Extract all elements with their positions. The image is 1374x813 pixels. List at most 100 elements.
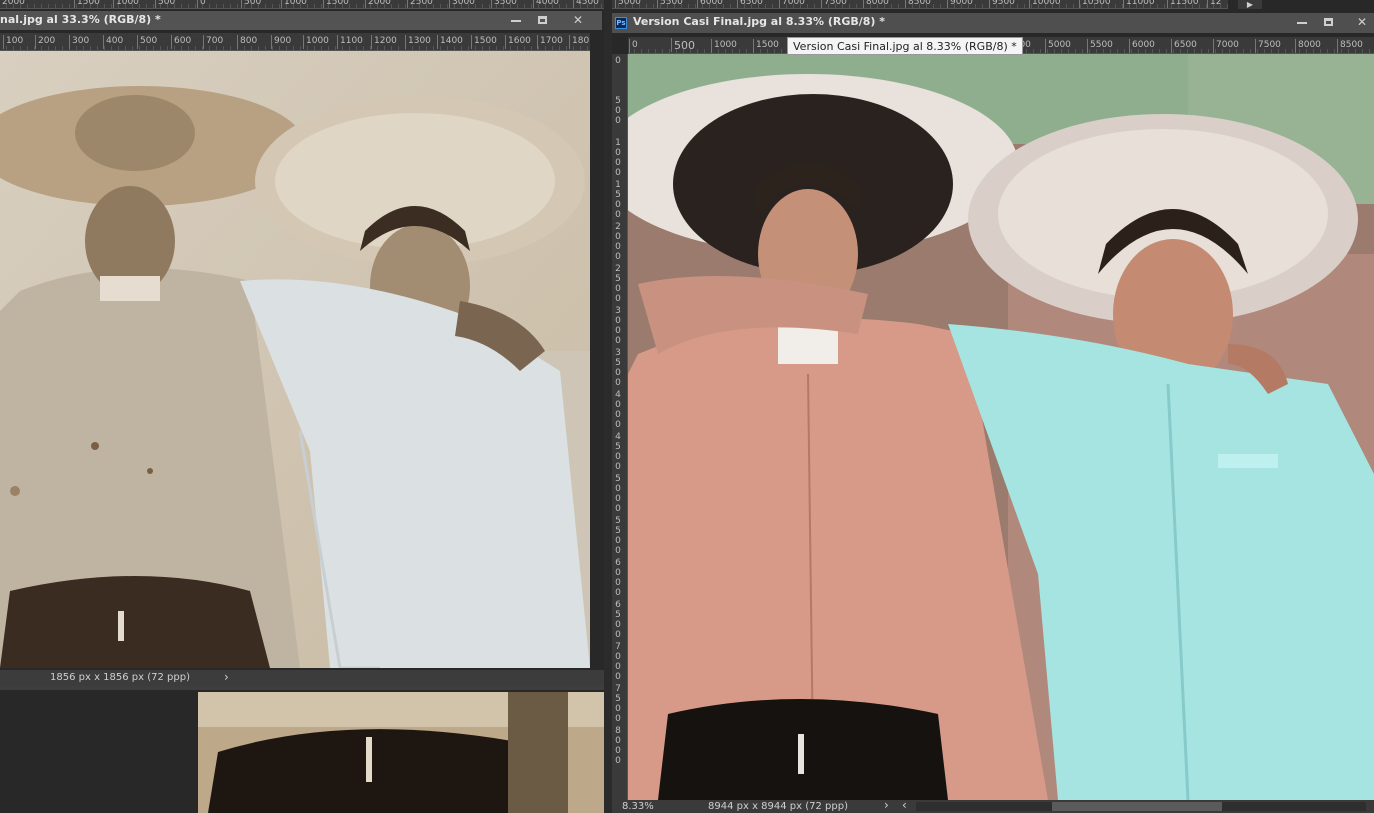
maximize-button[interactable] xyxy=(530,11,554,29)
ruler-tick: 1700 xyxy=(537,35,563,49)
ruler-tick: 500 xyxy=(154,0,175,8)
ruler-tick: 12 xyxy=(1206,0,1221,8)
ruler-tick: 7500 xyxy=(821,0,847,8)
ruler-tick: 1000 xyxy=(281,0,307,8)
right-document-tab[interactable]: Ps Version Casi Final.jpg al 8.33% (RGB/… xyxy=(612,13,1374,33)
ruler-tick: 1600 xyxy=(505,35,531,49)
ruler-tick: 6000 xyxy=(697,0,723,8)
ruler-tick: 1500 xyxy=(471,35,497,49)
ruler-tick: 2500 xyxy=(615,264,621,304)
zoom-level[interactable]: 8.33% xyxy=(622,801,654,812)
ruler-tick: 8000 xyxy=(1295,39,1321,53)
ruler-tick: 3500 xyxy=(491,0,517,8)
ruler-tick: 7000 xyxy=(615,642,621,682)
ruler-tick: 7000 xyxy=(1213,39,1239,53)
document-separator xyxy=(604,0,612,813)
ruler-tick: 1000 xyxy=(113,0,139,8)
minimize-icon xyxy=(1297,21,1307,24)
minimize-button[interactable] xyxy=(1290,13,1314,31)
ruler-tick: 3500 xyxy=(615,348,621,388)
status-menu-arrow-icon[interactable]: › xyxy=(884,798,889,812)
ruler-tick: 1500 xyxy=(323,0,349,8)
ruler-tick: 600 xyxy=(170,35,192,49)
ruler-tick: 11000 xyxy=(1123,0,1155,8)
ruler-tick: 4500 xyxy=(615,432,621,472)
left-document-title: nal.jpg al 33.3% (RGB/8) * xyxy=(0,13,161,26)
right-document-title: Version Casi Final.jpg al 8.33% (RGB/8) … xyxy=(633,15,886,28)
left-document-scrollbar[interactable] xyxy=(0,686,604,690)
ruler-tick: 180 xyxy=(568,35,590,49)
ruler-tick: 9500 xyxy=(989,0,1015,8)
minimize-button[interactable] xyxy=(504,11,528,29)
ruler-tick: 6500 xyxy=(615,600,621,640)
ruler-tick: 1000 xyxy=(615,138,621,178)
ruler-tick: 1300 xyxy=(405,35,431,49)
background-document-canvas xyxy=(198,692,608,813)
ruler-tick: 1000 xyxy=(303,35,329,49)
close-button[interactable]: ✕ xyxy=(566,11,590,29)
ruler-tick: 800 xyxy=(236,35,258,49)
ruler-tick: 8000 xyxy=(615,726,621,766)
horizontal-scrollbar[interactable] xyxy=(916,802,1366,811)
ruler-tick: 5000 xyxy=(615,474,621,514)
document-title-tooltip: Version Casi Final.jpg al 8.33% (RGB/8) … xyxy=(787,37,1023,55)
ruler-tick: 8500 xyxy=(905,0,931,8)
ruler-tick: 5500 xyxy=(1087,39,1113,53)
ruler-tick: 1500 xyxy=(615,180,621,220)
status-menu-arrow-icon[interactable]: › xyxy=(224,670,229,684)
close-icon: ✕ xyxy=(572,13,584,27)
close-icon: ✕ xyxy=(1356,15,1368,29)
ruler-tick: 300 xyxy=(68,35,90,49)
ruler-tick: 1500 xyxy=(74,0,100,8)
scroll-left-arrow-icon[interactable]: ‹ xyxy=(902,798,907,812)
ruler-tick: 1000 xyxy=(711,39,737,53)
ruler-tick: 0 xyxy=(629,39,638,53)
left-document-tab[interactable]: nal.jpg al 33.3% (RGB/8) * ✕ xyxy=(0,11,602,30)
ruler-tick: 700 xyxy=(202,35,224,49)
left-document-status-bar: 1856 px x 1856 px (72 ppp) › xyxy=(0,670,604,686)
ruler-tick: 200 xyxy=(34,35,56,49)
panel-expand-icon[interactable]: ▶ xyxy=(1238,0,1262,9)
ruler-tick: 100 xyxy=(2,35,24,49)
top-ruler-right: 5000 5500 6000 6500 7000 7500 8000 8500 … xyxy=(612,0,1228,9)
document-dimensions: 8944 px x 8944 px (72 ppp) xyxy=(708,801,848,812)
left-document-ruler: 100 200 300 400 500 600 700 800 900 1000… xyxy=(0,33,590,51)
document-dimensions: 1856 px x 1856 px (72 ppp) xyxy=(50,672,190,683)
ruler-tick: 500 xyxy=(615,96,621,126)
ruler-tick: 2000 xyxy=(615,222,621,262)
background-document-photo xyxy=(198,692,608,813)
right-document-canvas[interactable] xyxy=(628,54,1374,800)
maximize-icon xyxy=(537,16,547,24)
ruler-tick: 3000 xyxy=(615,306,621,346)
minimize-icon xyxy=(511,19,521,22)
right-document-status-bar: 8.33% 8944 px x 8944 px (72 ppp) › ‹ xyxy=(612,798,1374,813)
ruler-tick: 6000 xyxy=(615,558,621,598)
ruler-tick: 8000 xyxy=(863,0,889,8)
ruler-tick: 7500 xyxy=(1255,39,1281,53)
close-button[interactable]: ✕ xyxy=(1350,13,1374,31)
ruler-tick: 1500 xyxy=(753,39,779,53)
colorized-photo xyxy=(628,54,1374,800)
ruler-tick: 1100 xyxy=(337,35,363,49)
ruler-tick: 9000 xyxy=(947,0,973,8)
ruler-tick: 7500 xyxy=(615,684,621,724)
ruler-tick: 6000 xyxy=(1129,39,1155,53)
left-document-canvas[interactable] xyxy=(0,51,590,668)
maximize-icon xyxy=(1323,18,1333,26)
ruler-tick: 0 xyxy=(615,56,621,66)
ruler-tick: 10500 xyxy=(1079,0,1111,8)
maximize-button[interactable] xyxy=(1316,13,1340,31)
ruler-tick: 4000 xyxy=(615,390,621,430)
ruler-tick: 5000 xyxy=(615,0,641,8)
ruler-tick: 8500 xyxy=(1337,39,1363,53)
ruler-tick: 500 xyxy=(671,38,695,52)
ruler-tick: 2000 xyxy=(365,0,391,8)
ruler-tick: 6500 xyxy=(1171,39,1197,53)
ruler-tick: 10000 xyxy=(1029,0,1061,8)
original-photo xyxy=(0,51,590,668)
top-ruler-left: 2000 1500 1000 500 0 500 1000 1500 2000 … xyxy=(0,0,604,9)
horizontal-scrollbar-thumb[interactable] xyxy=(1052,802,1222,811)
right-document-vertical-ruler: 0 500 1000 1500 2000 2500 3000 3500 4000… xyxy=(612,54,628,800)
ruler-tick: 3000 xyxy=(449,0,475,8)
ruler-tick: 5500 xyxy=(615,516,621,556)
